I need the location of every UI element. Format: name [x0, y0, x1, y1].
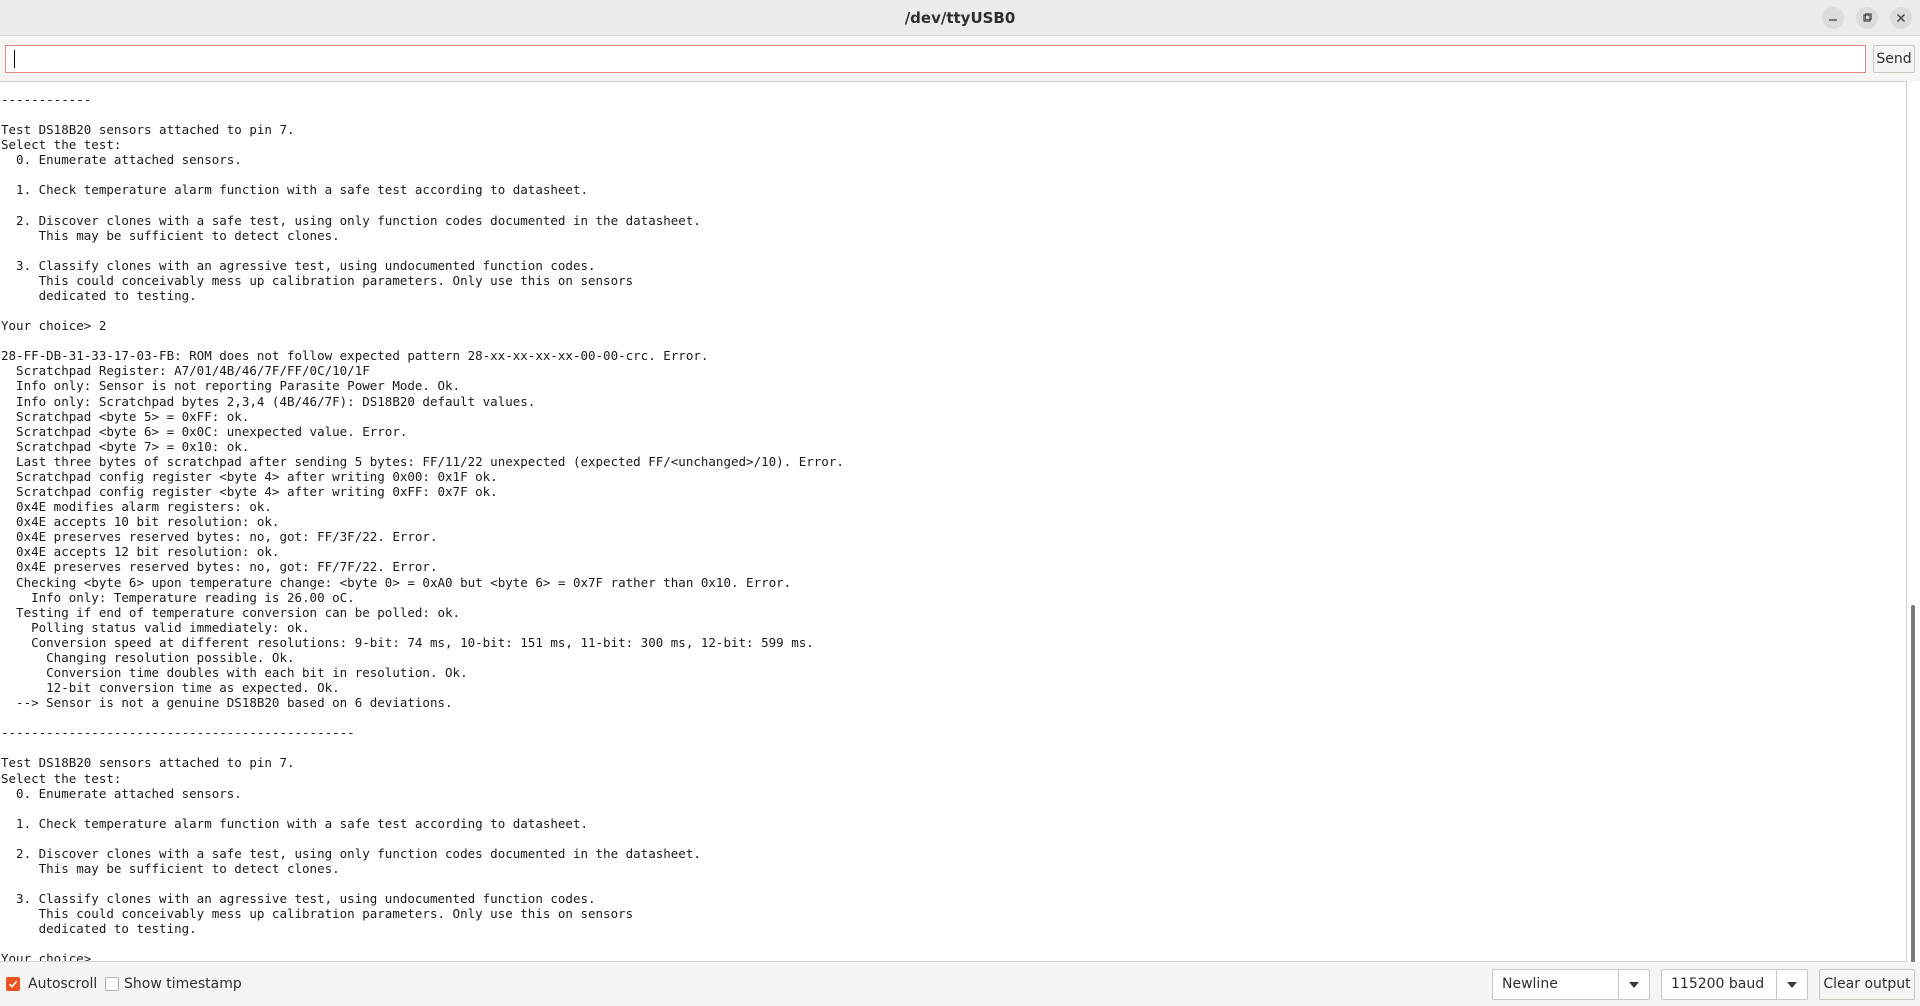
show-timestamp-label[interactable]: Show timestamp — [124, 975, 242, 993]
scrollbar-thumb[interactable] — [1911, 605, 1915, 1006]
output-line: Test DS18B20 sensors attached to pin 7. — [1, 755, 295, 771]
minimize-button[interactable] — [1822, 7, 1844, 29]
maximize-button[interactable] — [1856, 7, 1878, 29]
autoscroll-checkbox[interactable] — [6, 977, 20, 991]
output-line: Polling status valid immediately: ok. — [1, 619, 310, 635]
output-line: This could conceivably mess up calibrati… — [1, 272, 634, 288]
maximize-icon — [1863, 13, 1872, 22]
baud-rate-value: 115200 baud — [1671, 976, 1765, 992]
output-line: Select the test: — [1, 770, 122, 786]
output-line: Info only: Temperature reading is 26.00 … — [1, 589, 355, 605]
output-line: Test DS18B20 sensors attached to pin 7. — [1, 122, 295, 138]
output-line: Scratchpad <byte 7> = 0x10: ok. — [1, 438, 250, 454]
output-line: 2. Discover clones with a safe test, usi… — [1, 845, 701, 861]
output-line: 0. Enumerate attached sensors. — [1, 152, 242, 168]
baud-rate-dropdown-button[interactable] — [1776, 970, 1807, 999]
line-ending-select[interactable]: Newline — [1492, 969, 1650, 1000]
output-line: Info only: Scratchpad bytes 2,3,4 (4B/46… — [1, 393, 536, 409]
output-line: 0x4E accepts 10 bit resolution: ok. — [1, 514, 280, 530]
output-line: Info only: Sensor is not reporting Paras… — [1, 378, 461, 394]
output-line: dedicated to testing. — [1, 288, 197, 304]
output-line: 12-bit conversion time as expected. Ok. — [1, 680, 340, 696]
window-title: /dev/ttyUSB0 — [904, 9, 1016, 27]
output-line: 1. Check temperature alarm function with… — [1, 182, 588, 198]
output-line: Scratchpad config register <byte 4> afte… — [1, 484, 498, 500]
output-line: 3. Classify clones with an agressive tes… — [1, 257, 596, 273]
show-timestamp-checkbox[interactable] — [105, 977, 119, 991]
line-ending-dropdown-button[interactable] — [1618, 970, 1649, 999]
serial-output-text: ------------ Test DS18B20 sensors attach… — [0, 92, 844, 962]
chevron-down-icon — [1629, 981, 1639, 988]
output-line: Conversion speed at different resolution… — [1, 634, 814, 650]
checkmark-icon — [8, 980, 18, 988]
output-line: This could conceivably mess up calibrati… — [1, 906, 634, 922]
text-caret — [14, 50, 15, 68]
output-line: Last three bytes of scratchpad after sen… — [1, 453, 844, 469]
output-line: Conversion time doubles with each bit in… — [1, 664, 468, 680]
minimize-icon — [1829, 19, 1837, 21]
output-line: Your choice> 2 — [1, 318, 107, 334]
output-line: Changing resolution possible. Ok. — [1, 649, 295, 665]
output-line: 28-FF-DB-31-33-17-03-FB: ROM does not fo… — [1, 348, 709, 364]
output-line: 3. Classify clones with an agressive tes… — [1, 891, 596, 907]
title-bar: /dev/ttyUSB0 — [0, 0, 1920, 36]
send-button[interactable]: Send — [1873, 45, 1915, 73]
output-line: 2. Discover clones with a safe test, usi… — [1, 212, 701, 228]
output-line: 0x4E preserves reserved bytes: no, got: … — [1, 559, 438, 575]
output-line: ------------ — [1, 92, 92, 107]
output-line: Scratchpad Register: A7/01/4B/46/7F/FF/0… — [1, 363, 370, 379]
output-line: Scratchpad <byte 5> = 0xFF: ok. — [1, 408, 250, 424]
output-line: This may be sufficient to detect clones. — [1, 860, 340, 876]
output-line: Checking <byte 6> upon temperature chang… — [1, 574, 792, 590]
send-row: Send — [0, 36, 1920, 81]
output-line: dedicated to testing. — [1, 921, 197, 937]
chevron-down-icon — [1787, 981, 1797, 988]
clear-output-button[interactable]: Clear output — [1819, 969, 1915, 1000]
close-button[interactable] — [1890, 7, 1912, 29]
output-line: Scratchpad config register <byte 4> afte… — [1, 468, 498, 484]
output-line: 0x4E preserves reserved bytes: no, got: … — [1, 529, 438, 545]
send-input[interactable] — [5, 45, 1866, 73]
output-scrollbar[interactable] — [1908, 81, 1920, 1006]
output-line: 0. Enumerate attached sensors. — [1, 785, 242, 801]
output-line: This may be sufficient to detect clones. — [1, 227, 340, 243]
output-line: 0x4E modifies alarm registers: ok. — [1, 499, 272, 515]
autoscroll-label[interactable]: Autoscroll — [28, 975, 97, 993]
line-ending-value: Newline — [1502, 976, 1558, 992]
serial-monitor-window: /dev/ttyUSB0 Send ------------ Test DS18… — [0, 0, 1920, 1006]
baud-rate-select[interactable]: 115200 baud — [1661, 969, 1808, 1000]
output-line: 0x4E accepts 12 bit resolution: ok. — [1, 544, 280, 560]
output-line: 1. Check temperature alarm function with… — [1, 815, 588, 831]
close-icon — [1897, 14, 1905, 22]
output-line: Scratchpad <byte 6> = 0x0C: unexpected v… — [1, 423, 408, 439]
bottom-bar: Autoscroll Show timestamp Newline 115200… — [0, 962, 1920, 1006]
serial-output[interactable]: ------------ Test DS18B20 sensors attach… — [0, 81, 1907, 962]
output-line: Testing if end of temperature conversion… — [1, 604, 461, 620]
output-line: Your choice> — [1, 951, 92, 962]
output-line: --> Sensor is not a genuine DS18B20 base… — [1, 695, 453, 711]
output-line: Select the test: — [1, 137, 122, 153]
output-line: ----------------------------------------… — [1, 725, 355, 741]
